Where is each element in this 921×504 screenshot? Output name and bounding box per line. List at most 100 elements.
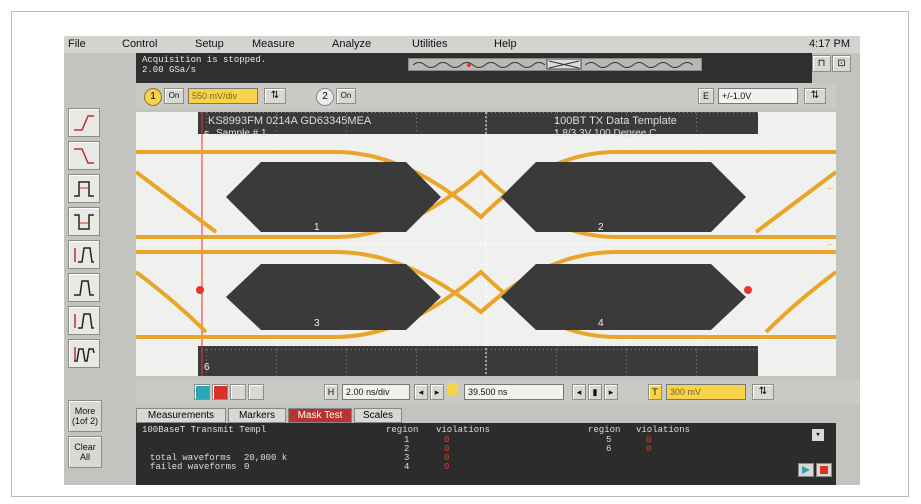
trigger-level-button[interactable]: T	[648, 384, 662, 400]
template-conditions: 1.8/3.3V 100 Degree C	[554, 128, 656, 139]
trigger-threshold-spinner[interactable]: ⇅	[752, 384, 774, 400]
channel-bar: 1 On 550 mV/div ⇅ 2 On E +/-1.0V ⇅	[136, 83, 836, 109]
frequency-icon	[74, 347, 95, 362]
channel-1-scale-spinner[interactable]: ⇅	[264, 88, 286, 104]
region-2-label: 2	[598, 222, 604, 233]
failed-waveforms-value: 0	[244, 462, 250, 472]
crossing-marker-left	[196, 286, 204, 294]
mask-test-stop-icon[interactable]	[816, 463, 832, 477]
region-6-label: 6	[204, 362, 210, 373]
tab-scales[interactable]: Scales	[354, 408, 402, 423]
period-icon	[74, 313, 94, 329]
region-row-4: 4	[404, 462, 410, 472]
rise-time-icon	[74, 247, 94, 263]
delay-center-button[interactable]: ▮	[588, 384, 602, 400]
frequency-button[interactable]	[68, 339, 100, 368]
rising-edge-trigger-button[interactable]	[68, 108, 100, 137]
more-label: More	[74, 406, 96, 416]
mask-test-start-icon[interactable]	[798, 463, 814, 477]
menu-file[interactable]: File	[68, 38, 86, 50]
acquire-stop-icon[interactable]	[212, 384, 228, 400]
timebase-scale-field[interactable]: 2.00 ns/div	[342, 384, 410, 400]
horizontal-button[interactable]: H	[324, 384, 338, 400]
mask-region-4	[501, 264, 746, 330]
region-1-label: 1	[314, 222, 320, 233]
pulse-width-negative-button[interactable]	[68, 207, 100, 236]
clear-sub-label: All	[79, 452, 90, 462]
channel-2-badge[interactable]: 2	[316, 88, 334, 106]
sample-label: Sample # 1	[216, 128, 267, 139]
delay-field[interactable]: 39.500 ns	[464, 384, 564, 400]
delay-left-button[interactable]: ◂	[572, 384, 586, 400]
timebase-up-button[interactable]: ▸	[430, 384, 444, 400]
menu-control[interactable]: Control	[122, 38, 157, 50]
menu-bar: File Control Setup Measure Analyze Utili…	[64, 36, 860, 53]
left-toolbar	[64, 108, 108, 384]
menu-measure[interactable]: Measure	[252, 38, 295, 50]
autoscale-icon[interactable]	[248, 384, 264, 400]
waveform-display[interactable]: 5 6 1 2 3 4 KS8993FM 0214A GD63345MEA Sa…	[136, 112, 836, 376]
delay-right-button[interactable]: ▸	[604, 384, 618, 400]
more-sub-label: (1of 2)	[71, 416, 98, 426]
tab-mask-test[interactable]: Mask Test	[288, 408, 352, 423]
device-id-label: KS8993FM 0214A GD63345MEA	[208, 115, 372, 127]
channel-2-level-marker: ←	[826, 238, 835, 248]
region-row-6: 6	[606, 444, 612, 454]
mask-region-1	[226, 162, 441, 232]
pulse-width-positive-button[interactable]	[68, 174, 100, 203]
waveform-navigator[interactable]	[408, 58, 702, 71]
channel-1-scale-field[interactable]: 550 mV/div	[188, 88, 258, 104]
timebase-down-button[interactable]: ◂	[414, 384, 428, 400]
template-name: 100BaseT Transmit Templ	[142, 425, 267, 435]
channel-1-badge[interactable]: 1	[144, 88, 162, 106]
more-button[interactable]: More (1of 2)	[68, 400, 102, 432]
trigger-level-spinner[interactable]: ⇅	[804, 88, 826, 104]
trigger-position-marker	[448, 383, 458, 395]
falling-edge-icon	[74, 148, 94, 164]
tab-markers[interactable]: Markers	[228, 408, 286, 423]
clear-label: Clear	[74, 442, 96, 452]
region-4-label: 4	[598, 318, 604, 329]
channel-2-on-toggle[interactable]: On	[336, 88, 356, 104]
mask-region-2	[501, 162, 746, 232]
region-5-label: 5	[204, 130, 210, 141]
channel-1-on-toggle[interactable]: On	[164, 88, 184, 104]
run-mode-icon[interactable]: ⊓	[812, 55, 831, 72]
bottom-tabs: Measurements Markers Mask Test Scales	[136, 408, 636, 423]
rising-edge-icon	[74, 115, 94, 131]
mask-test-panel: 100BaseT Transmit Templ region violation…	[136, 423, 836, 485]
trigger-level-field[interactable]: +/-1.0V	[718, 88, 798, 104]
crossing-marker-right	[744, 286, 752, 294]
clear-all-button[interactable]: Clear All	[68, 436, 102, 468]
period-button[interactable]	[68, 306, 100, 335]
mask-region-3	[226, 264, 441, 330]
tab-measurements[interactable]: Measurements	[136, 408, 226, 423]
single-mode-icon[interactable]: ⊡	[832, 55, 851, 72]
menu-help[interactable]: Help	[494, 38, 517, 50]
template-title: 100BT TX Data Template	[554, 115, 677, 127]
single-acquire-icon[interactable]	[230, 384, 246, 400]
menu-setup[interactable]: Setup	[195, 38, 224, 50]
failed-waveforms-label: failed waveforms	[150, 462, 237, 472]
trigger-source-button[interactable]: E	[698, 88, 714, 104]
rise-time-button[interactable]	[68, 240, 100, 269]
acquisition-status: Acquisition is stopped. 2.00 GSa/s	[136, 53, 812, 83]
navigator-wave-icon	[412, 58, 694, 70]
fall-time-button[interactable]	[68, 273, 100, 302]
acquire-run-icon[interactable]	[194, 384, 210, 400]
oscilloscope-window: File Control Setup Measure Analyze Utili…	[64, 36, 860, 485]
trigger-threshold-field[interactable]: 300 mV	[666, 384, 746, 400]
eye-diagram: 5 6 1 2 3 4 KS8993FM 0214A GD63345MEA Sa…	[136, 112, 836, 376]
fall-time-icon	[74, 280, 94, 296]
left-violations-header: violations	[436, 425, 491, 435]
panel-menu-icon[interactable]: ▾	[812, 429, 824, 441]
right-region-header: region	[588, 425, 621, 435]
total-waveforms-value: 20,000 k	[244, 453, 288, 463]
violations-row-6: 0	[646, 444, 652, 454]
falling-edge-trigger-button[interactable]	[68, 141, 100, 170]
timebase-bar: H 2.00 ns/div ◂ ▸ 39.500 ns ◂ ▮ ▸ T 300 …	[136, 379, 860, 405]
pulse-negative-icon	[74, 214, 94, 230]
right-violations-header: violations	[636, 425, 691, 435]
menu-analyze[interactable]: Analyze	[332, 38, 371, 50]
menu-utilities[interactable]: Utilities	[412, 38, 447, 50]
